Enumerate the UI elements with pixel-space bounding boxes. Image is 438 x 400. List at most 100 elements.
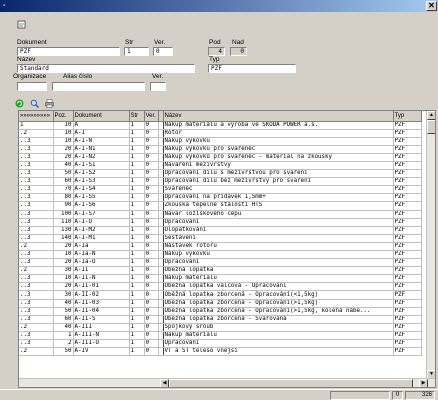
- print-icon[interactable]: [44, 99, 54, 109]
- cell-ver: 0: [144, 307, 159, 316]
- table-row[interactable]: ..3 20 A-II-01 1 0 Oběžná lopatka válcová - O…: [19, 282, 422, 292]
- table-row[interactable]: .2 30 A-II 1 0 Oběžná lopatka PZF: [19, 266, 422, 276]
- cell-str: 1: [129, 331, 145, 341]
- cell-level: ..3: [19, 315, 54, 324]
- cell-poz: 50: [53, 307, 74, 316]
- cell-ver: 0: [144, 137, 159, 146]
- scroll-left-icon[interactable]: ◀: [160, 379, 169, 387]
- cell-level: ..3: [19, 290, 54, 300]
- table-row[interactable]: ..3 40 A-I-S1 1 0 Navaření mezivrstvy PZF: [19, 161, 422, 171]
- cell-level: ..3: [19, 299, 54, 308]
- cell-typ: PZF: [393, 137, 422, 146]
- cell-ver: 0: [144, 274, 159, 284]
- cell-nazev: Opracování: [163, 339, 394, 349]
- table-row[interactable]: ..3 90 A-I-S6 1 0 Zkouška tepelné stálosti HT…: [19, 201, 422, 211]
- search-icon[interactable]: [29, 99, 39, 109]
- col-header-dokument[interactable]: Dokument: [73, 111, 130, 122]
- table-row[interactable]: .2 50 A-IV 1 0 VT a ST těleso vnější PZF: [19, 347, 422, 357]
- cell-typ: PZF: [393, 347, 422, 357]
- table-row[interactable]: ..3 50 A-II-04 1 0 Oběžná lopatka zborcená - …: [19, 307, 422, 316]
- table-row[interactable]: 1 10 A 1 0 Nákup materiálu a výroba ve ŠKODA …: [19, 121, 422, 130]
- cell-level: ..3: [19, 201, 54, 211]
- cell-str: 1: [129, 266, 145, 276]
- cell-level: ..3: [19, 161, 54, 171]
- ver-field[interactable]: 0: [153, 47, 173, 56]
- cell-nazev: VT a ST těleso vnější: [163, 347, 394, 357]
- cell-poz: 140: [53, 234, 74, 243]
- dokument-field[interactable]: PZF: [17, 47, 120, 56]
- table-row[interactable]: ..3 10 A-Ia-N 1 0 Nákup výkovku PZF: [19, 250, 422, 260]
- table-row[interactable]: ..3 40 A-II-03 1 0 Oběžná lopatka zborcená - …: [19, 299, 422, 308]
- cell-dokument: A-I-M2: [73, 226, 130, 235]
- refresh-icon[interactable]: [14, 99, 24, 109]
- cell-typ: PZF: [393, 218, 422, 227]
- vertical-scrollbar[interactable]: ▲ ▼: [426, 111, 435, 379]
- table-row[interactable]: ..3 20 A-Ia-O 1 0 Opracování PZF: [19, 258, 422, 268]
- scroll-up-icon[interactable]: ▲: [427, 111, 435, 120]
- clipboard-icon[interactable]: [16, 20, 26, 30]
- table-row[interactable]: ..3 20 A-I-N2 1 0 Nákup výkovků pro svařenec …: [19, 153, 422, 162]
- organizace-field[interactable]: [17, 82, 47, 91]
- table-row[interactable]: ..3 50 A-I-S2 1 0 Opracování dílu s mezivrstv…: [19, 169, 422, 179]
- table-row[interactable]: .2 10 A-I 1 0 Rotor PZF: [19, 129, 422, 138]
- cell-nazev: Olopatkování: [163, 226, 394, 235]
- table-row[interactable]: ..3 80 A-I-S5 1 0 Opracování na přídavek 1,5m…: [19, 193, 422, 203]
- ver2-field[interactable]: [150, 82, 166, 91]
- horizontal-scrollbar[interactable]: ◀ ▶: [19, 378, 435, 387]
- cell-poz: 20: [53, 242, 74, 252]
- table-row[interactable]: ..3 70 A-I-S4 1 0 Svařenec PZF: [19, 185, 422, 195]
- table-row[interactable]: .2 40 A-III 1 0 Spojkový šroub PZF: [19, 323, 422, 332]
- table-row[interactable]: ..3 10 A-I-N 1 0 Nákup výkovku PZF: [19, 137, 422, 146]
- cell-typ: PZF: [393, 331, 422, 341]
- table-row[interactable]: ..3 60 A-I-S3 1 0 Opracování dílu bez mezivrs…: [19, 177, 422, 187]
- table-row[interactable]: ..3 20 A-I-N1 1 0 Nákup výkovku pro svařenec P…: [19, 145, 422, 154]
- nad-field: 0: [230, 47, 247, 56]
- cell-typ: PZF: [393, 274, 422, 284]
- table-row[interactable]: ..3 100 A-I-S7 1 0 Návar ložiskového čepu PZF: [19, 210, 422, 219]
- str-field[interactable]: 1: [124, 47, 149, 56]
- structure-grid[interactable]: »»»»»»»»» Poz. Dokument Str Ver. Název T…: [18, 110, 436, 388]
- table-row[interactable]: ..3 110 A-I-O 1 0 Opracování PZF: [19, 218, 422, 227]
- cell-typ: PZF: [393, 169, 422, 179]
- table-row[interactable]: ..3 130 A-I-M2 1 0 Olopatkování PZF: [19, 226, 422, 235]
- col-header-typ[interactable]: Typ: [393, 111, 422, 122]
- col-header-nazev[interactable]: Název: [163, 111, 394, 122]
- table-row[interactable]: ..3 60 A-II-S 1 0 Oběžná lopatka zborcená - S…: [19, 315, 422, 324]
- table-row[interactable]: .2 20 A-Ia 1 0 Nástavek rotoru PZF: [19, 242, 422, 252]
- col-header-str[interactable]: Str: [129, 111, 145, 122]
- table-row[interactable]: ..3 140 A-I-M1 1 0 Sestavení PZF: [19, 234, 422, 243]
- cell-poz: 20: [53, 153, 74, 162]
- cell-nazev: Návar ložiskového čepu: [163, 210, 394, 219]
- cell-str: 1: [129, 234, 145, 243]
- col-header-ver[interactable]: Ver.: [144, 111, 159, 122]
- cell-str: 1: [129, 169, 145, 179]
- col-header-poz[interactable]: Poz.: [53, 111, 74, 122]
- cell-level: ..3: [19, 193, 54, 203]
- cell-level: ..3: [19, 137, 54, 146]
- nazev-field[interactable]: Standard: [17, 64, 195, 73]
- cell-ver: 0: [144, 177, 159, 187]
- cell-str: 1: [129, 347, 145, 357]
- close-button[interactable]: ✕: [426, 1, 437, 11]
- table-row[interactable]: ..3 30 A-II-02 1 0 Oběžná lopatka zborcená - …: [19, 290, 422, 300]
- col-header-level[interactable]: »»»»»»»»»: [19, 111, 54, 122]
- scroll-thumb[interactable]: [427, 120, 435, 134]
- typ-field[interactable]: PZF: [208, 64, 296, 73]
- hscroll-thumb[interactable]: [169, 379, 413, 387]
- alias-field[interactable]: [52, 82, 145, 91]
- cell-ver: 0: [144, 315, 159, 324]
- cell-dokument: A-III-N: [73, 331, 130, 341]
- cell-level: ..3: [19, 177, 54, 187]
- cell-typ: PZF: [393, 193, 422, 203]
- table-row[interactable]: ..3 2 A-III-O 1 0 Opracování PZF: [19, 339, 422, 349]
- cell-str: 1: [129, 315, 145, 324]
- cell-nazev: Oběžná lopatka válcová - Opracování: [163, 282, 394, 292]
- cell-poz: 10: [53, 137, 74, 146]
- cell-dokument: A-I: [73, 129, 130, 138]
- scroll-right-icon[interactable]: ▶: [419, 379, 428, 387]
- cell-level: ..3: [19, 339, 54, 349]
- table-row[interactable]: ..3 10 A-II-N 1 0 Nákup materiálu PZF: [19, 274, 422, 284]
- cell-nazev: Nákup materiálu a výroba ve ŠKODA POWER …: [163, 121, 394, 130]
- table-row[interactable]: ..3 1 A-III-N 1 0 Nákup materiálu PZF: [19, 331, 422, 341]
- cell-nazev: Nákup materiálu: [163, 331, 394, 341]
